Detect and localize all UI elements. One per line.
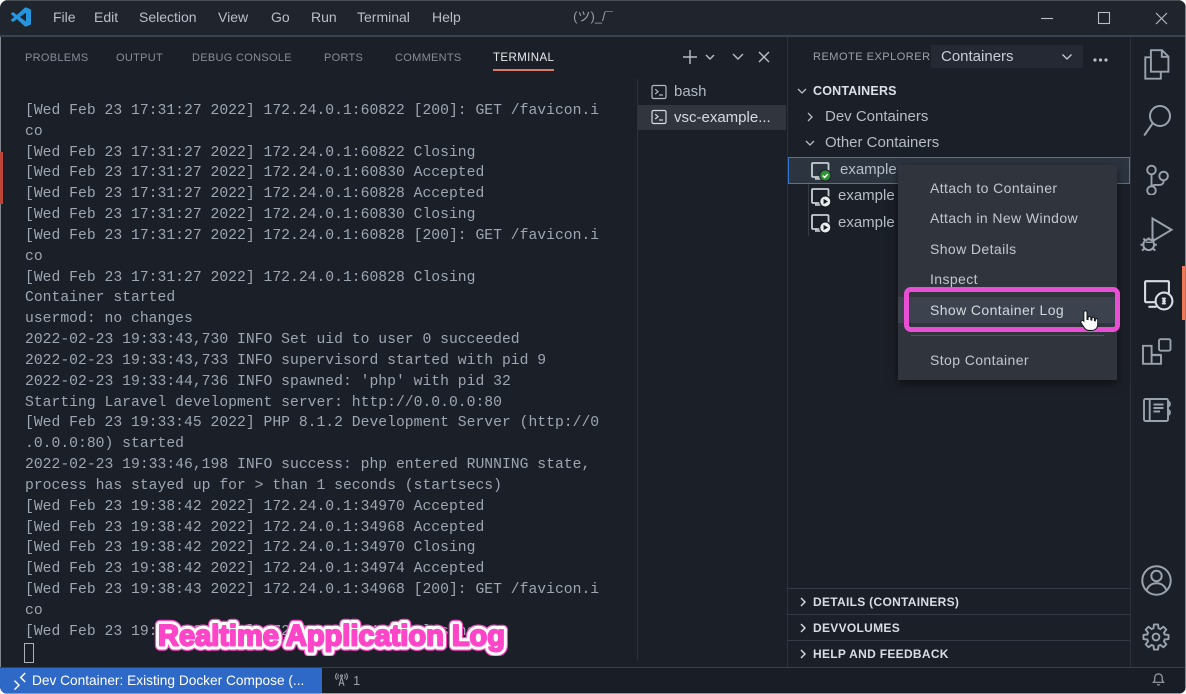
svg-text:Realtime Application Log: Realtime Application Log: [158, 620, 505, 653]
